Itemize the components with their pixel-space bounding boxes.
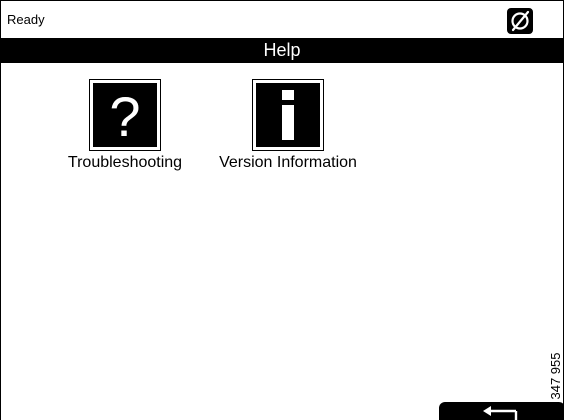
version-information-label[interactable]: Version Information xyxy=(219,153,357,173)
page-title: Help xyxy=(1,38,563,63)
version-information-icon-frame[interactable] xyxy=(252,79,324,151)
troubleshooting-icon-frame[interactable]: ? xyxy=(89,79,161,151)
status-bar: Ready xyxy=(1,1,563,38)
circle-slash-icon xyxy=(507,8,533,34)
question-mark-icon[interactable]: ? xyxy=(93,83,157,147)
version-information-tile[interactable]: Version Information xyxy=(209,79,367,173)
back-arrow-icon xyxy=(483,406,518,420)
info-icon[interactable] xyxy=(256,83,320,147)
troubleshooting-label[interactable]: Troubleshooting xyxy=(68,153,182,173)
svg-text:?: ? xyxy=(109,85,140,147)
help-screen: Ready Help ? Troubleshooting Version Inf… xyxy=(0,0,564,420)
info-glyph xyxy=(282,90,294,140)
troubleshooting-tile[interactable]: ? Troubleshooting xyxy=(59,79,191,173)
back-button[interactable] xyxy=(439,402,563,420)
status-text: Ready xyxy=(7,12,45,27)
question-mark-glyph: ? xyxy=(109,85,140,147)
